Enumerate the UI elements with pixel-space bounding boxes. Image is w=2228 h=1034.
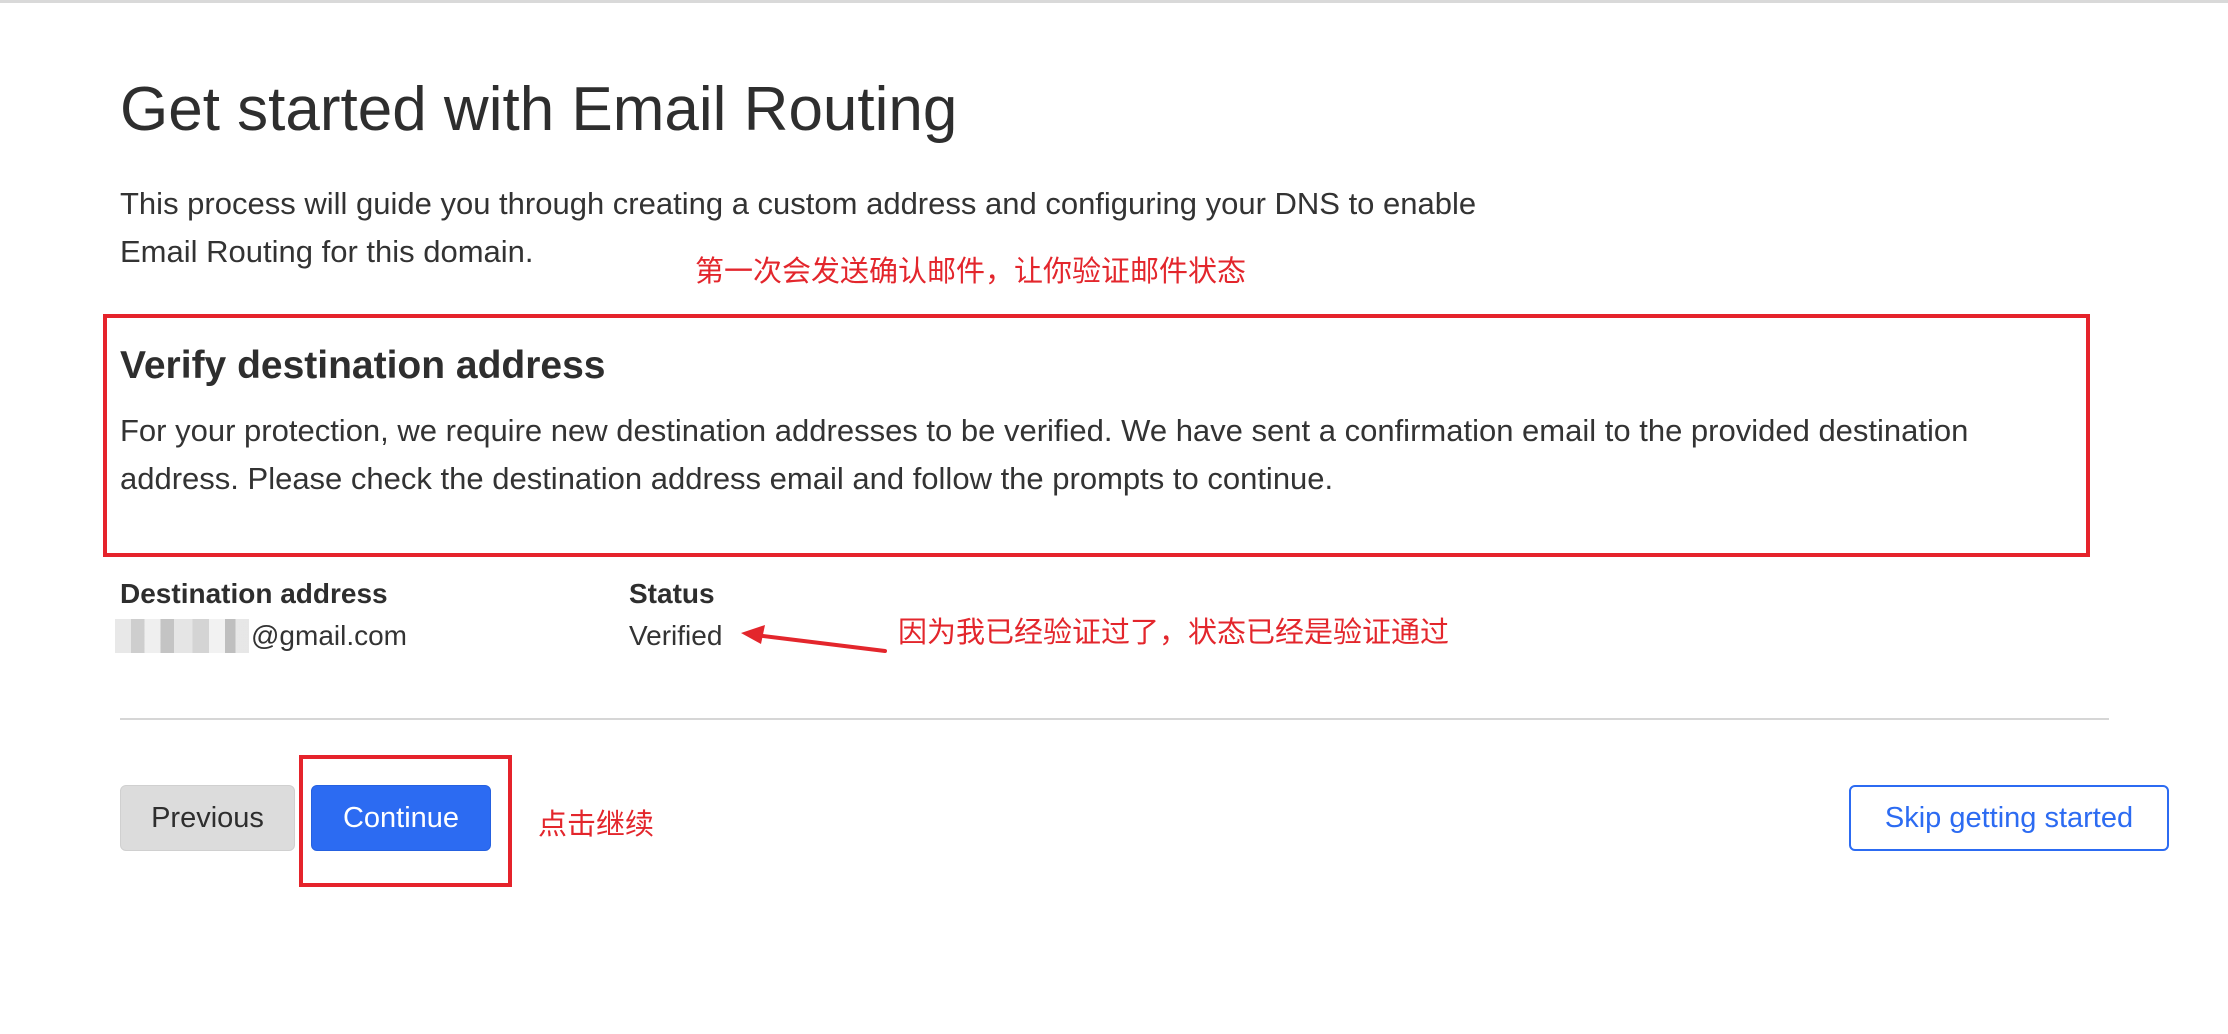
status-label: Status bbox=[629, 578, 715, 609]
destination-address-domain: @gmail.com bbox=[251, 620, 408, 651]
annotation-verified: 因为我已经验证过了，状态已经是验证通过 bbox=[898, 615, 1450, 649]
destination-address-value: @gmail.com bbox=[115, 618, 407, 654]
continue-button[interactable]: Continue bbox=[311, 785, 491, 851]
top-divider bbox=[0, 0, 2228, 3]
arrow-left-icon bbox=[741, 625, 887, 653]
status-value: Verified bbox=[629, 620, 723, 651]
annotation-confirm-email: 第一次会发送确认邮件，让你验证邮件状态 bbox=[695, 254, 1247, 288]
verify-description: For your protection, we require new dest… bbox=[120, 413, 1969, 496]
verify-heading: Verify destination address bbox=[120, 344, 606, 387]
page-title: Get started with Email Routing bbox=[120, 75, 958, 144]
section-divider bbox=[120, 718, 2109, 720]
destination-address-label: Destination address bbox=[120, 578, 388, 609]
annotation-click-continue: 点击继续 bbox=[538, 807, 655, 841]
skip-getting-started-button[interactable]: Skip getting started bbox=[1849, 785, 2169, 851]
redacted-email-user bbox=[115, 619, 249, 653]
previous-button[interactable]: Previous bbox=[120, 785, 295, 851]
